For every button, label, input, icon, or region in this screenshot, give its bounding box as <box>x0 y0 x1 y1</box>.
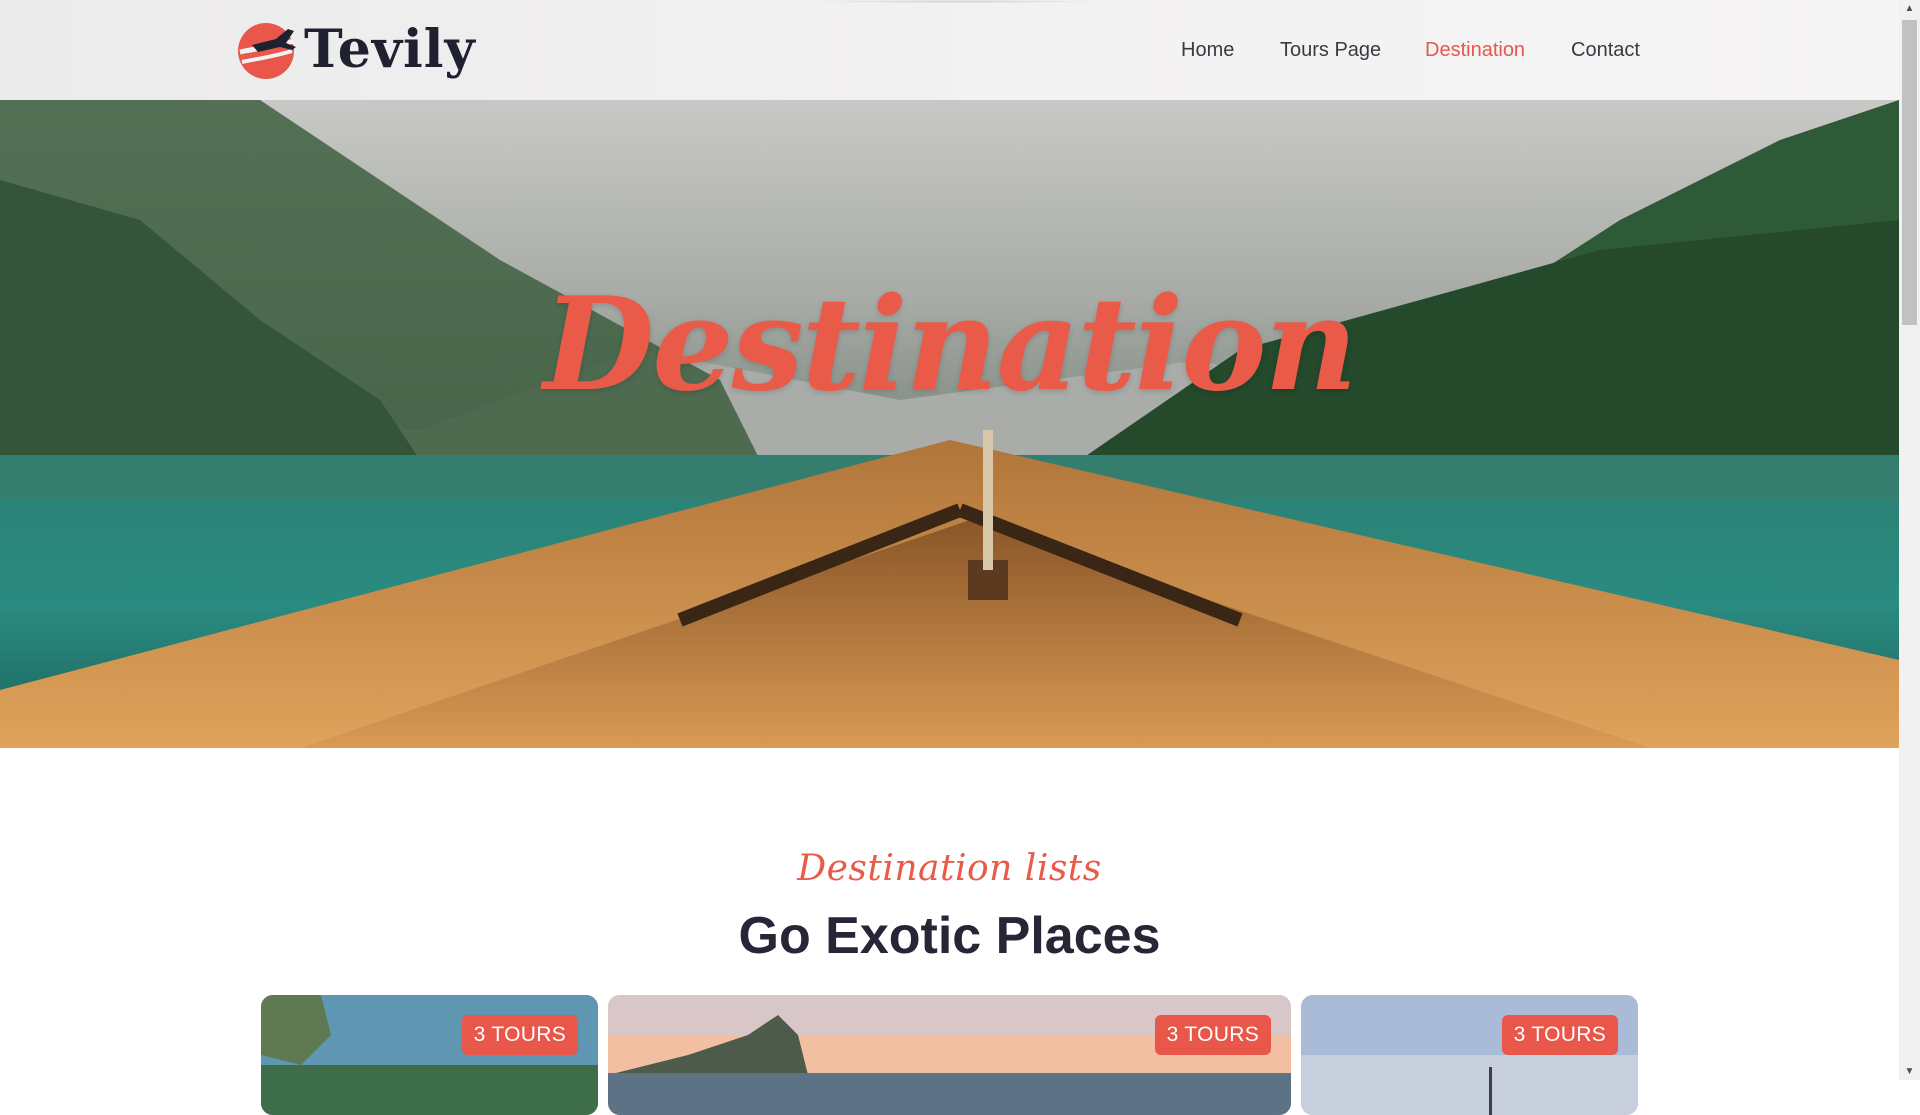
scroll-thumb[interactable] <box>1902 20 1917 325</box>
destination-card[interactable]: 3 TOURS <box>261 995 598 1115</box>
tour-count-badge: 3 TOURS <box>1154 1015 1271 1055</box>
lake-boat-image <box>0 100 1899 748</box>
destination-card[interactable]: 3 TOURS <box>1301 995 1638 1115</box>
hero-banner: Destination <box>0 100 1899 748</box>
scroll-down-arrow-icon[interactable]: ▼ <box>1899 1063 1920 1080</box>
section-subtitle: Destination lists <box>797 848 1102 889</box>
destination-image <box>1301 995 1638 1115</box>
main-nav: Home Tours Page Destination Contact <box>0 37 1899 63</box>
nav-contact[interactable]: Contact <box>1571 37 1640 63</box>
nav-home[interactable]: Home <box>1181 37 1234 63</box>
scroll-up-arrow-icon[interactable]: ▲ <box>1899 0 1920 17</box>
hero-title: Destination <box>543 270 1357 420</box>
header-shadow <box>815 0 1100 3</box>
nav-tours-page[interactable]: Tours Page <box>1280 37 1381 63</box>
section-title: Go Exotic Places <box>738 907 1161 965</box>
destination-image <box>261 995 598 1115</box>
destination-card[interactable]: 3 TOURS <box>608 995 1291 1115</box>
nav-destination[interactable]: Destination <box>1425 37 1525 63</box>
tour-count-badge: 3 TOURS <box>1501 1015 1618 1055</box>
destination-image <box>608 995 1291 1115</box>
tour-count-badge: 3 TOURS <box>461 1015 578 1055</box>
page-scrollbar[interactable]: ▲ ▼ <box>1899 0 1920 1080</box>
site-header: Tevily Home Tours Page Destination Conta… <box>0 0 1899 100</box>
